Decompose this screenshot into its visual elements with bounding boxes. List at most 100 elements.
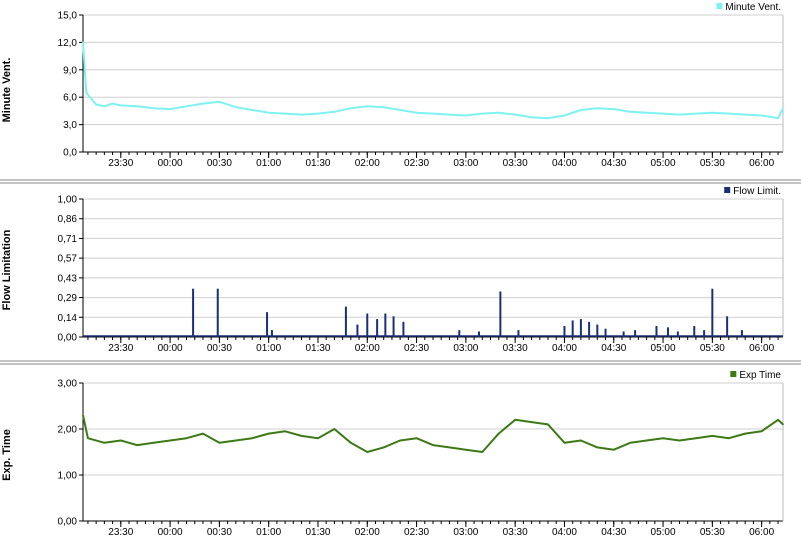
data-point xyxy=(662,112,664,115)
y-tick-label: 9,0 xyxy=(63,65,77,76)
data-point xyxy=(596,446,599,449)
data-point xyxy=(235,106,237,109)
x-tick-label: 05:30 xyxy=(700,158,725,169)
legend-label: Minute Vent. xyxy=(725,2,781,13)
data-point xyxy=(103,442,106,444)
data-point xyxy=(612,448,615,451)
data-point xyxy=(580,109,582,111)
x-tick-label: 01:00 xyxy=(256,158,281,169)
data-point xyxy=(111,102,114,105)
data-point xyxy=(448,113,451,116)
data-point xyxy=(760,430,763,433)
x-tick-label: 00:00 xyxy=(158,158,183,169)
legend-swatch xyxy=(730,371,737,377)
data-point xyxy=(87,437,89,440)
data-point xyxy=(432,444,434,446)
data-point xyxy=(399,439,401,442)
data-point xyxy=(497,432,500,435)
x-tick-label: 03:00 xyxy=(453,158,478,169)
panel-2: 0,00 0,14 0,29 0,43 0,57 0,71 0,86 1,00 23:30 00:… xyxy=(1,186,784,354)
data-point xyxy=(415,437,418,440)
x-tick-label: 03:30 xyxy=(503,527,528,536)
data-point xyxy=(119,439,122,442)
data-point xyxy=(629,111,631,113)
data-point xyxy=(119,104,122,107)
x-tick-label: 04:00 xyxy=(552,527,577,536)
y-tick-label: 12,0 xyxy=(58,38,78,49)
x-tick-label: 00:00 xyxy=(158,527,183,536)
data-point xyxy=(284,112,286,115)
x-tick-label: 02:30 xyxy=(404,343,429,354)
y-tick-label: 3,00 xyxy=(58,379,78,390)
data-point xyxy=(202,102,204,105)
data-point xyxy=(645,111,648,114)
x-tick-label: 00:30 xyxy=(207,343,232,354)
data-point xyxy=(136,444,139,446)
x-tick-label: 23:30 xyxy=(108,343,133,354)
y-tick-label: 0,57 xyxy=(58,254,78,265)
data-point xyxy=(300,113,303,116)
y-tick-label: 1,00 xyxy=(58,471,78,482)
y-tick-label: 0,0 xyxy=(63,148,77,159)
y-tick-label: 1,00 xyxy=(58,195,78,206)
data-point xyxy=(782,107,784,109)
data-point xyxy=(103,105,106,108)
data-point xyxy=(547,117,549,120)
data-point xyxy=(645,439,648,442)
data-point xyxy=(563,114,566,117)
data-point xyxy=(612,108,615,110)
data-point xyxy=(350,442,352,444)
data-point xyxy=(481,451,484,453)
data-point xyxy=(596,107,599,109)
data-point xyxy=(711,111,714,114)
data-point xyxy=(169,108,171,110)
x-tick-label: 03:30 xyxy=(503,343,528,354)
data-point xyxy=(530,421,533,423)
panel-3: 0,00 1,00 2,00 3,00 23:30 00:00 00:30 01:00 01:3… xyxy=(1,370,784,536)
y-tick-label: 0,00 xyxy=(58,333,78,344)
data-point xyxy=(267,432,270,435)
x-tick-label: 01:30 xyxy=(305,527,330,536)
data-point xyxy=(662,437,664,440)
data-point xyxy=(563,442,566,444)
data-point xyxy=(185,105,188,108)
x-tick-label: 01:00 xyxy=(256,527,281,536)
data-point xyxy=(695,437,697,440)
data-point xyxy=(317,112,319,115)
series-line xyxy=(82,414,784,453)
data-point xyxy=(202,432,204,435)
y-tick-label: 6,0 xyxy=(63,93,77,104)
data-point xyxy=(514,419,516,421)
data-point xyxy=(465,114,467,117)
y-tick-label: 3,0 xyxy=(63,120,77,131)
y-axis-label: Minute Vent. xyxy=(1,58,13,123)
x-tick-label: 05:30 xyxy=(700,343,725,354)
y-tick-label: 0,71 xyxy=(58,234,78,245)
x-tick-label: 03:00 xyxy=(453,343,478,354)
data-point xyxy=(284,430,286,433)
x-tick-label: 00:30 xyxy=(207,158,232,169)
data-point xyxy=(497,111,500,114)
data-point xyxy=(695,112,697,115)
data-point xyxy=(481,112,484,115)
data-point xyxy=(547,423,549,426)
x-tick-label: 00:30 xyxy=(207,527,232,536)
x-tick-label: 04:00 xyxy=(552,343,577,354)
legend-swatch xyxy=(724,187,731,193)
y-tick-label: 15,0 xyxy=(58,11,78,22)
x-tick-label: 05:30 xyxy=(700,527,725,536)
data-point xyxy=(251,109,254,111)
x-tick-label: 04:30 xyxy=(601,158,626,169)
chart-canvas: 0,0 3,0 6,0 9,0 12,0 15,0 23:30 00:00 00:30 01:00… xyxy=(0,2,801,536)
y-tick-label: 0,43 xyxy=(58,273,78,284)
data-point xyxy=(399,109,401,111)
y-axis-label: Exp. Time xyxy=(1,429,13,481)
data-point xyxy=(382,446,385,449)
data-point xyxy=(152,107,155,109)
data-point xyxy=(782,423,784,426)
data-point xyxy=(744,113,747,116)
x-tick-label: 06:00 xyxy=(749,527,774,536)
x-tick-label: 01:30 xyxy=(305,158,330,169)
x-tick-label: 05:00 xyxy=(651,527,676,536)
x-tick-label: 23:30 xyxy=(108,527,133,536)
